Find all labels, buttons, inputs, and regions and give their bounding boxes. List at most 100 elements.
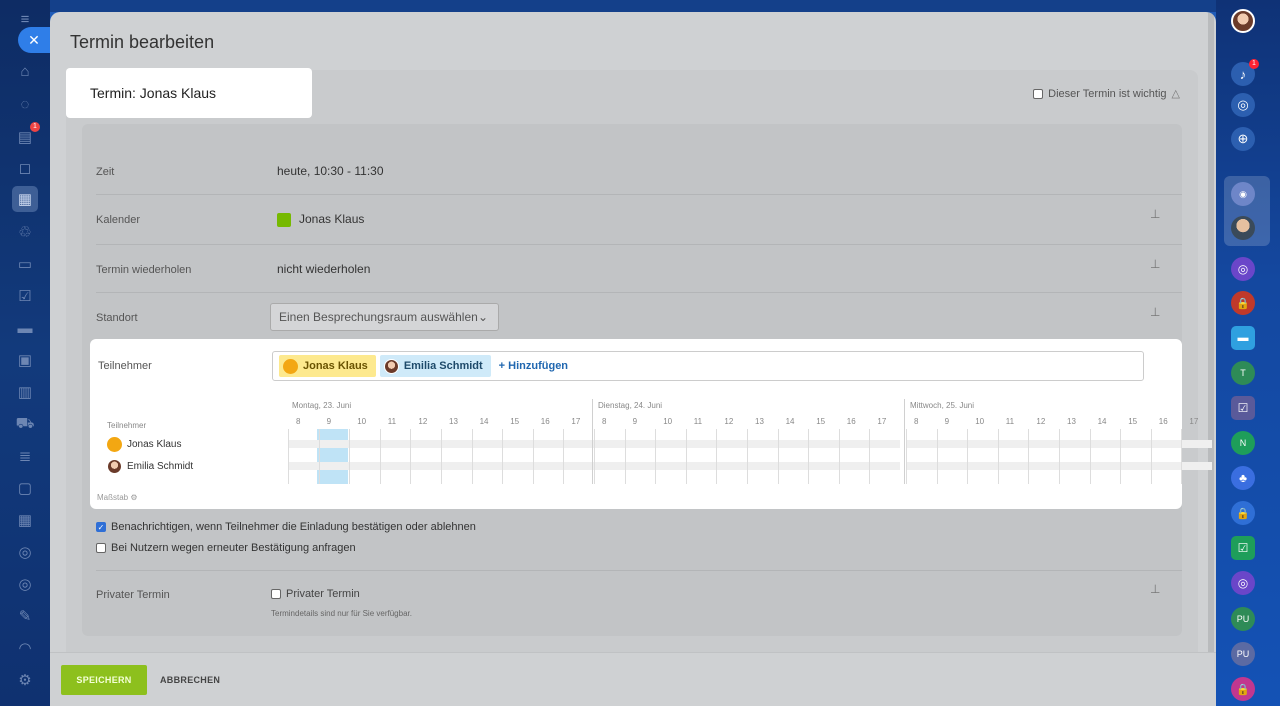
- tasks-icon[interactable]: ▤ 1: [14, 122, 40, 148]
- bell-icon[interactable]: ♪ 1: [1231, 59, 1259, 86]
- inbox-icon[interactable]: ▢: [14, 477, 36, 499]
- sign-icon[interactable]: ✎: [14, 605, 36, 627]
- avatar: [107, 459, 122, 474]
- team-chat-icon[interactable]: ♣: [1231, 466, 1255, 490]
- pin-icon[interactable]: ⊥: [1150, 305, 1160, 319]
- notify-option[interactable]: ✓ Benachrichtigen, wenn Teilnehmer die E…: [96, 521, 476, 533]
- location-select[interactable]: Einen Besprechungsraum auswählen ⌄: [270, 303, 499, 331]
- save-button[interactable]: SPEICHERN: [61, 665, 147, 695]
- feed-icon[interactable]: ◌: [14, 93, 36, 115]
- divider: [96, 570, 1182, 571]
- calendar-icon[interactable]: ▦: [12, 186, 38, 212]
- important-toggle[interactable]: Dieser Termin ist wichtig △: [1033, 87, 1180, 100]
- planner-gridline: [410, 429, 412, 484]
- planner-hour-label: 16: [540, 417, 550, 426]
- calendar-value[interactable]: Jonas Klaus: [277, 212, 364, 227]
- analytics-icon[interactable]: ▥: [14, 381, 36, 403]
- page-title: Termin bearbeiten: [70, 32, 215, 52]
- chat-icon[interactable]: ◻: [14, 157, 36, 179]
- planner-hour-label: 17: [571, 417, 581, 426]
- private-option[interactable]: Privater Termin: [271, 588, 360, 600]
- home-icon[interactable]: ⌂: [14, 60, 36, 82]
- planner-hour-label: 11: [1005, 417, 1015, 426]
- planner-gridline: [349, 429, 351, 484]
- documents-icon[interactable]: ▭: [14, 253, 36, 275]
- lock-chat-icon[interactable]: 🔒: [1231, 291, 1255, 315]
- location-label: Standort: [96, 312, 138, 324]
- user-avatar[interactable]: [1231, 9, 1255, 33]
- planner-hour-label: 15: [1128, 417, 1138, 426]
- user-icon: [107, 437, 122, 452]
- private-checkbox[interactable]: [271, 589, 281, 599]
- target-chat-icon-2[interactable]: ◎: [1231, 571, 1255, 595]
- chat-avatar-pu[interactable]: PU: [1231, 607, 1255, 631]
- planner-user-name: Emilia Schmidt: [127, 461, 194, 472]
- planner-gridline: [502, 429, 504, 484]
- checklist-chat-icon[interactable]: ☑: [1231, 396, 1255, 420]
- target-icon[interactable]: ◎: [14, 573, 36, 595]
- important-checkbox[interactable]: [1033, 88, 1044, 99]
- left-sidebar: ≡ ⌂ ◌ ▤ 1 ◻ ▦ ♲ ▭ ☑ ▬ ▣ ▥ ⛟ ≣ ▢ ▦ ◎ ◎ ✎ ◠…: [0, 0, 50, 706]
- gear-icon: ⚙: [130, 493, 138, 502]
- selected-timeslot[interactable]: [317, 429, 348, 484]
- headset-icon[interactable]: ◠: [14, 637, 36, 659]
- planner-hour-label: 15: [816, 417, 826, 426]
- participant-tag-label: Jonas Klaus: [303, 360, 368, 372]
- planner-gridline: [594, 429, 595, 484]
- reconfirm-option[interactable]: Bei Nutzern wegen erneuter Bestätigung a…: [96, 542, 356, 554]
- scale-control[interactable]: Maßstab ⚙: [97, 493, 138, 502]
- planner-hour-label: 15: [510, 417, 520, 426]
- planner-user: Jonas Klaus: [107, 437, 181, 452]
- participant-tag[interactable]: Emilia Schmidt: [379, 355, 491, 377]
- planner-day-label: Montag, 23. Juni: [292, 401, 352, 410]
- cart-icon[interactable]: ⛟: [14, 413, 36, 435]
- lock-chat-icon-2[interactable]: 🔒: [1231, 501, 1255, 525]
- participants-input[interactable]: Jonas Klaus Emilia Schmidt + Hinzufügen: [272, 351, 1144, 381]
- participant-tag[interactable]: Jonas Klaus: [279, 355, 376, 377]
- contact-avatar[interactable]: [1231, 216, 1255, 240]
- chat-avatar-t[interactable]: T: [1231, 361, 1255, 385]
- planner-hour-label: 8: [602, 417, 607, 426]
- edit-event-slider: Termin bearbeiten Termin: Jonas Klaus Di…: [50, 12, 1216, 706]
- pin-icon[interactable]: ⊥: [1150, 207, 1160, 221]
- board-chat-icon[interactable]: ▬: [1231, 326, 1255, 350]
- checklist-icon[interactable]: ☑: [14, 285, 36, 307]
- notify-checkbox[interactable]: ✓: [96, 522, 106, 532]
- chat-avatar-pu-2[interactable]: PU: [1231, 642, 1255, 666]
- scrollbar[interactable]: [1208, 12, 1214, 652]
- filter-icon[interactable]: ≣: [14, 445, 36, 467]
- search-chat-icon[interactable]: ⊕: [1231, 127, 1255, 151]
- reconfirm-label: Bei Nutzern wegen erneuter Bestätigung a…: [111, 542, 356, 554]
- robot-icon[interactable]: ◎: [14, 541, 36, 563]
- planner-hour-label: 16: [846, 417, 856, 426]
- add-participant-link[interactable]: + Hinzufügen: [499, 360, 568, 372]
- participant-tag-label: Emilia Schmidt: [403, 360, 483, 372]
- pin-icon[interactable]: ⊥: [1150, 582, 1160, 596]
- group-avatar-icon[interactable]: ◉: [1231, 182, 1255, 206]
- settings-icon[interactable]: ⚙: [14, 669, 36, 691]
- event-title[interactable]: Termin: Jonas Klaus: [66, 68, 312, 118]
- target-chat-icon[interactable]: ◎: [1231, 257, 1255, 281]
- presentation-icon[interactable]: ▣: [14, 349, 36, 371]
- planner-gridline: [655, 429, 657, 484]
- planner-hour-label: 17: [1189, 417, 1199, 426]
- pin-icon[interactable]: ⊥: [1150, 257, 1160, 271]
- target-icon[interactable]: ◎: [1231, 93, 1255, 117]
- schedule-icon[interactable]: ▦: [14, 509, 36, 531]
- planner-day-separator: [592, 399, 593, 484]
- close-slider-button[interactable]: ✕: [18, 27, 50, 53]
- planner-hour-label: 10: [357, 417, 367, 426]
- bell-badge: 1: [1249, 59, 1259, 69]
- reconfirm-checkbox[interactable]: [96, 543, 106, 553]
- time-value[interactable]: heute, 10:30 - 11:30: [277, 164, 384, 178]
- lock-chat-icon-3[interactable]: 🔒: [1231, 677, 1255, 701]
- task-chat-icon[interactable]: ☑: [1231, 536, 1255, 560]
- drive-icon[interactable]: ▬: [14, 317, 36, 339]
- repeat-value[interactable]: nicht wiederholen: [277, 262, 370, 276]
- planner-header: Teilnehmer: [107, 421, 147, 430]
- contacts-icon[interactable]: ♲: [14, 221, 36, 243]
- chat-avatar-n[interactable]: N: [1231, 431, 1255, 455]
- cancel-button[interactable]: ABBRECHEN: [160, 675, 220, 685]
- planner-gridline: [1181, 429, 1183, 484]
- planner-hour-label: 11: [387, 417, 397, 426]
